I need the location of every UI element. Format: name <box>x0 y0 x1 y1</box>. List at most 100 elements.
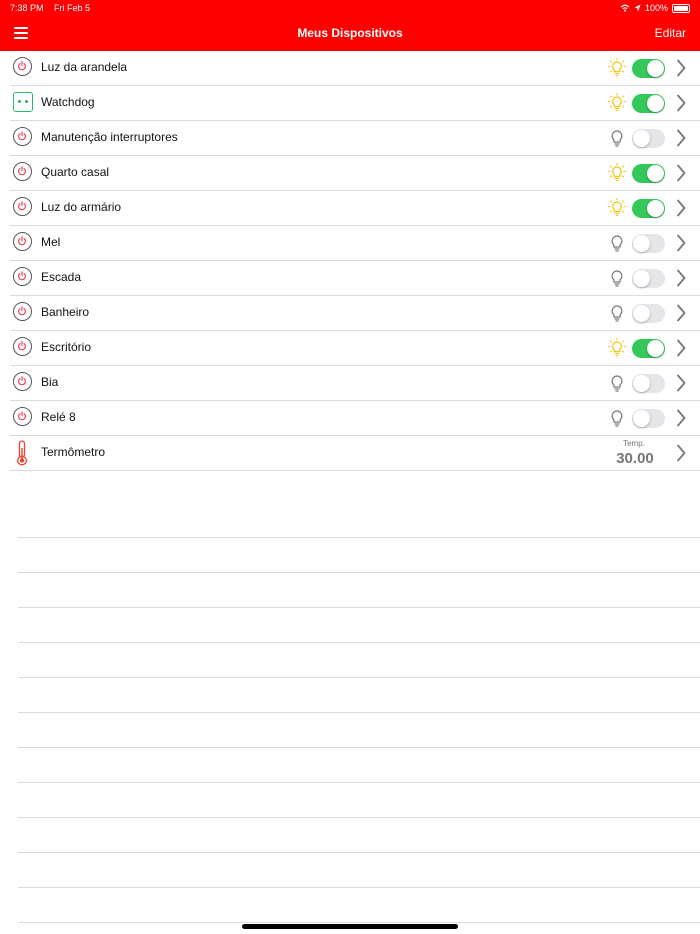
power-icon <box>13 337 32 356</box>
chevron-right-icon[interactable] <box>676 234 686 252</box>
power-icon <box>13 302 32 321</box>
toggle-knob <box>647 60 664 77</box>
device-label: Quarto casal <box>41 165 110 179</box>
empty-row <box>18 643 700 678</box>
wifi-icon <box>620 4 630 12</box>
page-title: Meus Dispositivos <box>297 26 403 40</box>
bulb-on-icon <box>608 338 626 356</box>
device-label: Mel <box>41 235 61 249</box>
status-left: 7:38 PM Fri Feb 5 <box>10 3 90 13</box>
empty-table-area <box>18 503 700 923</box>
power-icon <box>13 232 32 251</box>
home-indicator <box>242 924 458 929</box>
location-icon <box>634 4 641 12</box>
empty-row <box>18 678 700 713</box>
chevron-right-icon[interactable] <box>676 59 686 77</box>
empty-row <box>18 748 700 783</box>
empty-row <box>18 888 700 923</box>
status-time: 7:38 PM <box>10 3 44 13</box>
chevron-right-icon[interactable] <box>676 339 686 357</box>
chevron-right-icon[interactable] <box>676 374 686 392</box>
bulb-on-icon <box>608 93 626 111</box>
bulb-on-icon <box>608 58 626 76</box>
empty-row <box>18 713 700 748</box>
toggle-knob <box>633 375 650 392</box>
power-icon <box>13 162 32 181</box>
device-toggle[interactable] <box>632 199 665 218</box>
device-list: Luz da arandela Watchdog Manutenção interr… <box>0 51 700 471</box>
power-icon <box>13 197 32 216</box>
chevron-right-icon[interactable] <box>676 409 686 427</box>
device-row[interactable]: Manutenção interruptores <box>10 121 700 156</box>
toggle-knob <box>633 235 650 252</box>
edit-button[interactable]: Editar <box>655 26 686 40</box>
device-row[interactable]: Quarto casal <box>10 156 700 191</box>
status-date: Fri Feb 5 <box>54 3 91 13</box>
empty-row <box>18 783 700 818</box>
device-label: Luz da arandela <box>41 60 128 74</box>
chevron-right-icon[interactable] <box>676 269 686 287</box>
status-right: 100% <box>620 3 690 13</box>
bulb-off-icon <box>611 130 623 147</box>
watchdog-icon <box>13 92 33 112</box>
chevron-right-icon[interactable] <box>676 129 686 147</box>
empty-row <box>18 818 700 853</box>
device-label: Luz do armário <box>41 200 122 214</box>
toggle-knob <box>647 165 664 182</box>
toggle-knob <box>633 410 650 427</box>
toggle-knob <box>633 270 650 287</box>
device-row[interactable]: Escritório <box>10 331 700 366</box>
device-toggle[interactable] <box>632 234 665 253</box>
device-row[interactable]: Escada <box>10 261 700 296</box>
power-icon <box>13 127 32 146</box>
device-toggle[interactable] <box>632 409 665 428</box>
empty-row <box>18 573 700 608</box>
device-row[interactable]: Mel <box>10 226 700 261</box>
chevron-right-icon[interactable] <box>676 444 686 462</box>
toggle-knob <box>633 130 650 147</box>
chevron-right-icon[interactable] <box>676 164 686 182</box>
device-toggle[interactable] <box>632 304 665 323</box>
device-label: Relé 8 <box>41 410 76 424</box>
nav-bar: Meus Dispositivos Editar <box>0 16 700 51</box>
device-label: Bia <box>41 375 59 389</box>
toggle-knob <box>633 305 650 322</box>
device-label: Banheiro <box>41 305 90 319</box>
toggle-knob <box>647 200 664 217</box>
power-icon <box>13 407 32 426</box>
thermometer-label: Termômetro <box>41 445 106 459</box>
device-label: Watchdog <box>41 95 95 109</box>
device-toggle[interactable] <box>632 374 665 393</box>
bulb-off-icon <box>611 410 623 427</box>
device-toggle[interactable] <box>632 94 665 113</box>
battery-percent: 100% <box>644 3 668 13</box>
device-label: Manutenção interruptores <box>41 130 178 144</box>
bulb-off-icon <box>611 305 623 322</box>
thermometer-icon <box>17 440 27 466</box>
empty-row <box>18 853 700 888</box>
device-row[interactable]: Watchdog <box>10 86 700 121</box>
device-row[interactable]: Bia <box>10 366 700 401</box>
bulb-on-icon <box>608 198 626 216</box>
device-toggle[interactable] <box>632 339 665 358</box>
device-row[interactable]: Luz do armário <box>10 191 700 226</box>
empty-row <box>18 503 700 538</box>
chevron-right-icon[interactable] <box>676 94 686 112</box>
temperature-caption: Temp. <box>623 439 645 448</box>
toggle-knob <box>647 340 664 357</box>
device-toggle[interactable] <box>632 129 665 148</box>
device-row[interactable]: Banheiro <box>10 296 700 331</box>
empty-row <box>18 608 700 643</box>
chevron-right-icon[interactable] <box>676 199 686 217</box>
device-row[interactable]: Luz da arandela <box>10 51 700 86</box>
thermometer-row[interactable]: Termômetro Temp. 30.00 <box>10 436 700 471</box>
chevron-right-icon[interactable] <box>676 304 686 322</box>
toggle-knob <box>647 95 664 112</box>
empty-row <box>18 538 700 573</box>
device-label: Escada <box>41 270 82 284</box>
device-row[interactable]: Relé 8 <box>10 401 700 436</box>
bulb-off-icon <box>611 375 623 392</box>
device-toggle[interactable] <box>632 59 665 78</box>
device-toggle[interactable] <box>632 164 665 183</box>
device-toggle[interactable] <box>632 269 665 288</box>
